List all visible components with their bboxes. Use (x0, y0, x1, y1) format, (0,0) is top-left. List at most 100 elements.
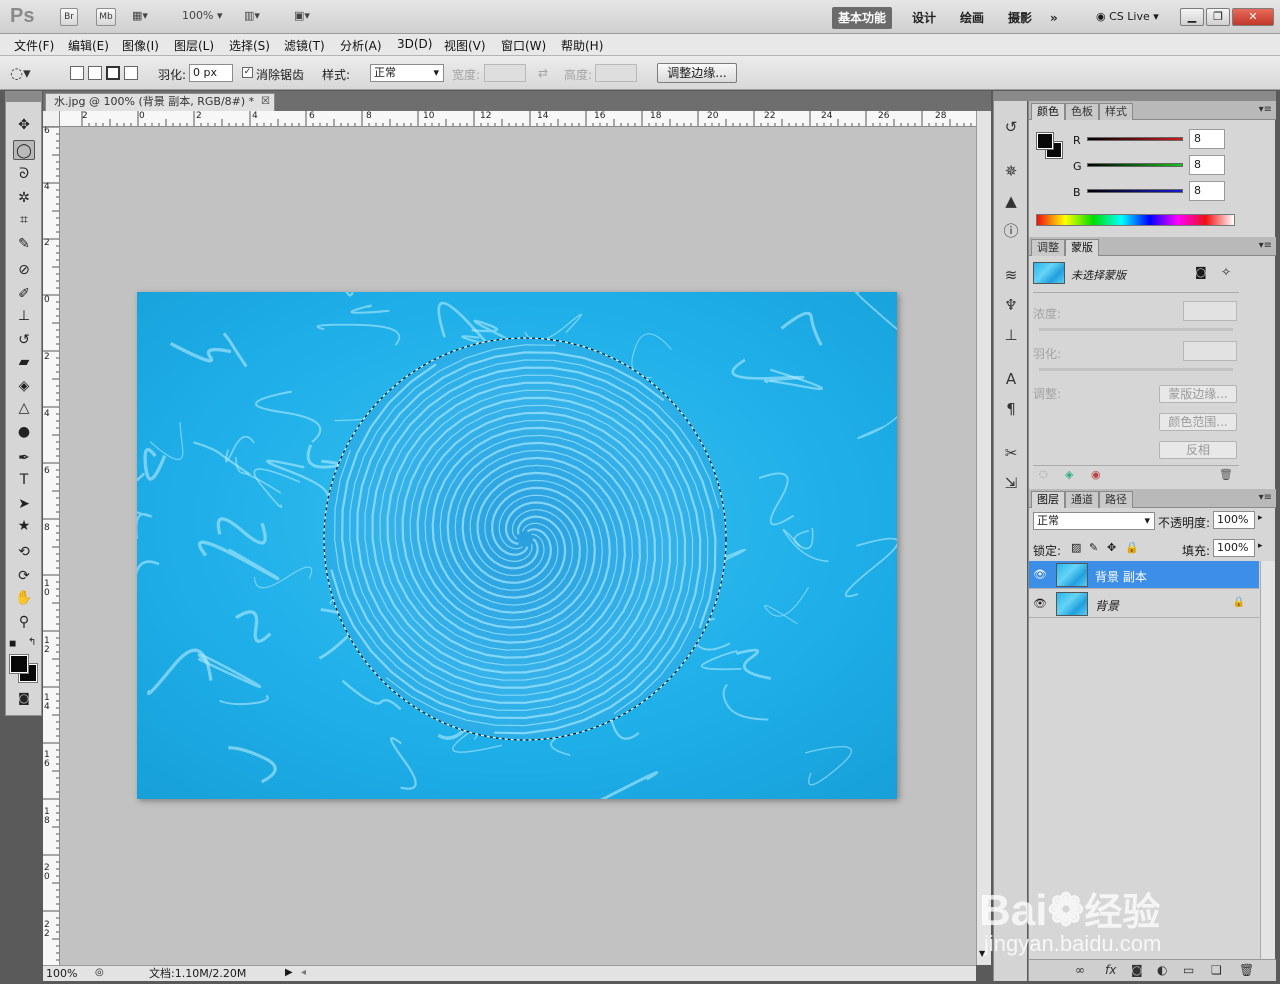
layer-style-icon[interactable]: fx (1105, 963, 1116, 977)
3d-rotate-tool-icon[interactable]: ⟲ (13, 542, 35, 562)
menu-view[interactable]: 视图(V) (444, 37, 486, 54)
new-layer-icon[interactable]: ❏ (1211, 963, 1222, 977)
color-panel-foreground-swatch[interactable] (1036, 132, 1054, 150)
add-to-selection-icon[interactable] (88, 66, 102, 80)
style-select[interactable]: 正常 ▾ (370, 64, 444, 82)
water-image-canvas[interactable] (137, 292, 897, 799)
move-tool-icon[interactable]: ✥ (13, 115, 35, 135)
panel-menu-icon[interactable]: ▾≡ (1259, 240, 1272, 251)
dock-header[interactable] (994, 91, 1028, 101)
blur-tool-icon[interactable]: △ (13, 398, 35, 418)
quick-selection-tool-icon[interactable]: ✲ (13, 188, 35, 208)
tool-preset-picker[interactable]: ◌▾ (10, 64, 31, 82)
canvas-workspace[interactable] (60, 127, 976, 965)
layer-row[interactable]: 👁 背景 🔒 (1029, 590, 1259, 618)
lock-all-icon[interactable]: 🔒 (1125, 541, 1139, 554)
navigator-panel-icon[interactable]: ✵ (1001, 161, 1021, 181)
hand-tool-icon[interactable]: ✋ (13, 588, 35, 608)
brush-tool-icon[interactable]: ✐ (13, 284, 35, 304)
menu-filter[interactable]: 滤镜(T) (284, 37, 325, 54)
green-slider[interactable] (1087, 163, 1183, 167)
minimize-button[interactable]: ▁ (1180, 8, 1204, 26)
feather-mask-input[interactable] (1183, 341, 1237, 361)
delete-mask-icon[interactable]: 🗑 (1219, 468, 1233, 481)
eraser-tool-icon[interactable]: ▰ (13, 352, 35, 372)
adjustment-layer-icon[interactable]: ◐ (1157, 963, 1167, 977)
zoom-tool-icon[interactable]: ⚲ (13, 612, 35, 632)
menu-layer[interactable]: 图层(L) (174, 37, 214, 54)
tab-channels[interactable]: 通道 (1065, 491, 1099, 508)
tab-paths[interactable]: 路径 (1099, 491, 1133, 508)
close-tab-icon[interactable]: ☒ (261, 94, 270, 110)
color-range-button[interactable]: 颜色范围... (1159, 413, 1237, 431)
color-spectrum-bar[interactable] (1036, 214, 1235, 226)
lasso-tool-icon[interactable]: ᘐ (13, 164, 35, 184)
vertical-scrollbar[interactable]: ▼ (976, 111, 991, 965)
lock-position-icon[interactable]: ✥ (1107, 541, 1116, 554)
apply-mask-icon[interactable]: ◈ (1065, 468, 1073, 481)
tab-swatches[interactable]: 色板 (1065, 103, 1099, 120)
subtract-from-selection-icon[interactable] (106, 66, 120, 80)
feather-input[interactable]: 0 px (189, 64, 233, 82)
elliptical-marquee-tool-icon[interactable]: ◯ (13, 140, 35, 160)
quick-mask-icon[interactable]: ◙ (13, 688, 35, 708)
density-input[interactable] (1183, 301, 1237, 321)
view-extras-dropdown[interactable]: ▦▾ (132, 9, 164, 25)
intersect-selection-icon[interactable] (124, 66, 138, 80)
disable-mask-icon[interactable]: ◉ (1091, 468, 1101, 481)
status-zoom[interactable]: 100% (46, 967, 77, 981)
info-panel-icon[interactable]: ⓘ (1001, 221, 1021, 241)
status-info-icon[interactable]: ◎ (95, 966, 104, 980)
new-selection-icon[interactable] (70, 66, 84, 80)
eyedropper-tool-icon[interactable]: ✎ (13, 234, 35, 254)
blue-value-input[interactable]: 8 (1189, 181, 1225, 201)
workspace-design[interactable]: 设计 (906, 7, 942, 29)
brushes-panel-icon[interactable]: ≋ (1001, 265, 1021, 285)
fill-input[interactable]: 100% (1213, 539, 1255, 557)
tab-color[interactable]: 颜色 (1031, 103, 1065, 120)
cs-live-button[interactable]: ◉ CS Live ▾ (1096, 10, 1159, 23)
tools-panel-header[interactable] (6, 92, 41, 102)
workspace-painting[interactable]: 绘画 (954, 7, 990, 29)
opacity-input[interactable]: 100% (1213, 511, 1255, 529)
menu-edit[interactable]: 编辑(E) (68, 37, 109, 54)
fill-arrow-icon[interactable]: ▸ (1258, 541, 1263, 551)
3d-panel-icon[interactable]: ⇲ (1001, 473, 1021, 493)
red-slider[interactable] (1087, 137, 1183, 141)
menu-window[interactable]: 窗口(W) (501, 37, 546, 54)
blue-slider[interactable] (1087, 189, 1183, 193)
healing-brush-tool-icon[interactable]: ⊘ (13, 260, 35, 280)
character-panel-icon[interactable]: A (1001, 369, 1021, 389)
history-panel-icon[interactable]: ↺ (1001, 117, 1021, 137)
panel-menu-icon[interactable]: ▾≡ (1259, 492, 1272, 503)
default-colors-icon[interactable]: ◼ (9, 639, 16, 649)
eye-icon[interactable]: 👁 (1033, 597, 1047, 610)
dodge-tool-icon[interactable]: ● (13, 422, 35, 442)
eye-icon[interactable]: 👁 (1033, 568, 1047, 581)
invert-button[interactable]: 反相 (1159, 441, 1237, 459)
swap-colors-icon[interactable]: ↰ (28, 637, 36, 648)
bridge-button[interactable]: Br (60, 8, 78, 26)
paint-bucket-tool-icon[interactable]: ◈ (13, 376, 35, 396)
close-button[interactable]: ✕ (1232, 8, 1274, 26)
document-tab[interactable]: 水.jpg @ 100% (背景 副本, RGB/8#) * ☒ (45, 93, 275, 111)
mini-bridge-button[interactable]: Mb (96, 8, 116, 26)
path-selection-tool-icon[interactable]: ➤ (13, 494, 35, 514)
layers-scrollbar[interactable] (1260, 561, 1275, 959)
scroll-left-icon[interactable]: ◂ (301, 966, 306, 980)
zoom-level-dropdown[interactable]: 100% ▾ (182, 9, 230, 25)
ruler-origin[interactable] (43, 111, 60, 127)
menu-image[interactable]: 图像(I) (122, 37, 159, 54)
delete-layer-icon[interactable]: 🗑 (1239, 963, 1254, 977)
add-mask-icon[interactable]: ◙ (1131, 963, 1143, 977)
blend-mode-select[interactable]: 正常 ▾ (1033, 512, 1155, 530)
clone-source-panel-icon[interactable]: ⊥ (1001, 325, 1021, 345)
tab-styles[interactable]: 样式 (1099, 103, 1133, 120)
3d-orbit-tool-icon[interactable]: ⟳ (13, 566, 35, 586)
foreground-color-swatch[interactable] (9, 654, 29, 674)
swap-icon[interactable]: ⇄ (538, 66, 548, 80)
menu-file[interactable]: 文件(F) (14, 37, 54, 54)
shape-tool-icon[interactable]: ★ (13, 516, 35, 536)
lock-image-icon[interactable]: ✎ (1089, 541, 1098, 554)
histogram-panel-icon[interactable]: ▲ (1001, 191, 1021, 211)
